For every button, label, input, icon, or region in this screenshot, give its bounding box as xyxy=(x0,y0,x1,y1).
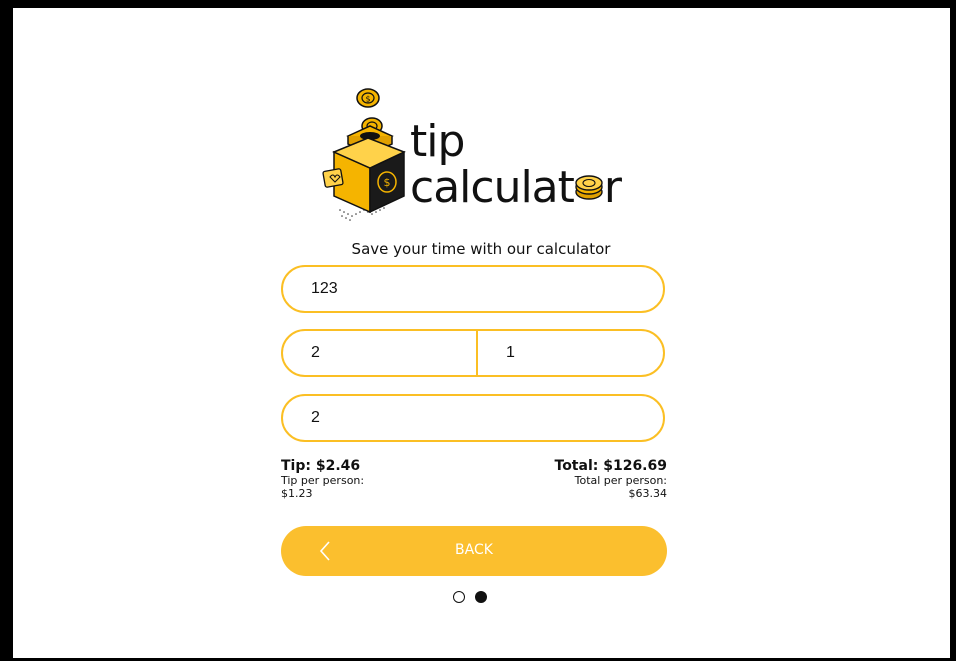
people-field xyxy=(281,394,665,442)
total-per-person-value: $63.34 xyxy=(628,487,668,500)
subtitle: Save your time with our calculator xyxy=(351,240,611,258)
tip-split-field xyxy=(281,329,665,377)
coin-icon xyxy=(574,174,604,202)
logo-title-line2-prefix: calculat xyxy=(410,162,575,213)
tip-results: Tip: $2.46 Tip per person: $1.23 xyxy=(281,458,364,500)
tip-extra-input[interactable] xyxy=(506,331,646,375)
tip-percent-field xyxy=(283,331,478,375)
pagination-dots xyxy=(453,591,493,607)
logo-title-line2-suffix: r xyxy=(603,162,622,213)
tip-per-person-value: $1.23 xyxy=(281,487,313,500)
bill-field xyxy=(281,265,665,313)
tip-percent-input[interactable] xyxy=(311,331,461,375)
svg-text:$: $ xyxy=(365,95,370,104)
jar-with-coins-icon: $ $ xyxy=(322,88,406,221)
total-results: Total: $126.69 Total per person: $63.34 xyxy=(555,458,668,500)
app-frame: $ $ tip calculat r Save your time with o… xyxy=(13,8,950,658)
bill-input[interactable] xyxy=(311,267,651,311)
back-button[interactable]: BACK xyxy=(281,526,667,576)
people-input[interactable] xyxy=(311,396,651,440)
total-per-person-label: Total per person: xyxy=(574,474,667,487)
grand-total: Total: $126.69 xyxy=(554,458,668,474)
logo-title-line1: tip xyxy=(410,116,465,167)
tip-total: Tip: $2.46 xyxy=(281,458,361,474)
tip-per-person-label: Tip per person: xyxy=(281,474,365,487)
pagination-dot-1[interactable] xyxy=(453,591,465,603)
logo: $ $ tip calculat r xyxy=(320,82,650,232)
tip-extra-field xyxy=(478,331,663,375)
back-button-label: BACK xyxy=(455,542,493,558)
svg-text:$: $ xyxy=(384,176,391,189)
logo-title-line2: calculat r xyxy=(410,166,622,210)
pagination-dot-2-active[interactable] xyxy=(475,591,487,603)
